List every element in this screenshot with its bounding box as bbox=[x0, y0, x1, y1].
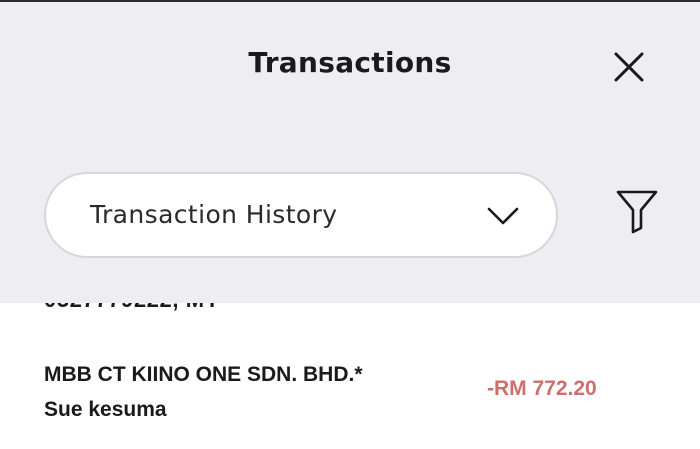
filter-button[interactable] bbox=[614, 188, 660, 234]
transaction-row[interactable]: MBB CT KIINO ONE SDN. BHD.* Sue kesuma -… bbox=[0, 359, 700, 429]
filter-icon bbox=[616, 190, 658, 234]
transaction-list: 0327779222, MY MBB CT KIINO ONE SDN. BHD… bbox=[0, 287, 700, 449]
dropdown-selected-value: Transaction History bbox=[90, 200, 338, 229]
transaction-type-dropdown[interactable]: Transaction History bbox=[44, 172, 558, 258]
transactions-screen: Transactions Transaction History 0327779… bbox=[0, 0, 700, 449]
transaction-reference: Sue kesuma bbox=[44, 398, 167, 421]
page-title: Transactions bbox=[248, 46, 452, 79]
transaction-amount: -RM 772.20 bbox=[487, 377, 597, 400]
chevron-down-icon bbox=[487, 207, 519, 225]
close-button[interactable] bbox=[610, 48, 648, 86]
transactions-header: Transactions Transaction History bbox=[0, 2, 700, 303]
transaction-merchant: MBB CT KIINO ONE SDN. BHD.* bbox=[44, 363, 363, 386]
close-icon bbox=[614, 52, 644, 82]
